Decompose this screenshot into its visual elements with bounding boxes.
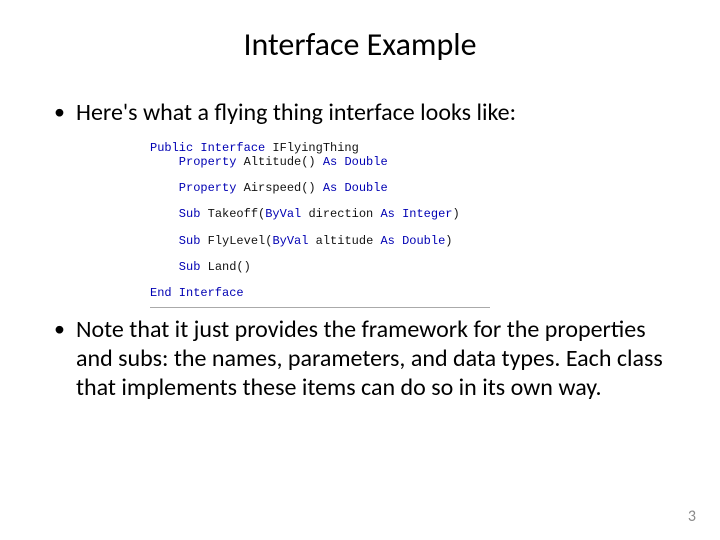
page-number: 3 <box>688 507 696 526</box>
code-keyword: Property <box>150 155 236 169</box>
code-keyword: As Double <box>323 181 388 195</box>
code-text: ) <box>445 234 452 248</box>
bullet-intro: Here's what a flying thing interface loo… <box>50 99 670 128</box>
code-text: Altitude() <box>236 155 322 169</box>
code-keyword: Sub <box>150 234 200 248</box>
code-text: IFlyingThing <box>265 141 359 155</box>
code-text: Land() <box>200 260 250 274</box>
code-keyword: As Double <box>380 234 445 248</box>
code-keyword: Sub <box>150 260 200 274</box>
code-text: Airspeed() <box>236 181 322 195</box>
code-keyword: As Double <box>323 155 388 169</box>
code-keyword: ByVal <box>272 234 308 248</box>
bullet-list-2: Note that it just provides the framework… <box>50 316 670 402</box>
code-keyword: As Integer <box>380 207 452 221</box>
code-line: Sub FlyLevel(ByVal altitude As Double) <box>150 235 490 248</box>
code-line: End Interface <box>150 287 490 300</box>
code-text: FlyLevel( <box>200 234 272 248</box>
code-text: ) <box>452 207 459 221</box>
bullet-list: Here's what a flying thing interface loo… <box>50 99 670 128</box>
code-keyword: ByVal <box>265 207 301 221</box>
code-keyword: Public Interface <box>150 141 265 155</box>
code-text: Takeoff( <box>200 207 265 221</box>
slide-title: Interface Example <box>50 25 670 64</box>
code-line: Property Altitude() As Double <box>150 156 490 169</box>
code-text: altitude <box>308 234 380 248</box>
code-line: Sub Takeoff(ByVal direction As Integer) <box>150 208 490 221</box>
code-keyword: Property <box>150 181 236 195</box>
code-line: Property Airspeed() As Double <box>150 182 490 195</box>
code-line: Public Interface IFlyingThing <box>150 142 490 155</box>
bullet-note: Note that it just provides the framework… <box>50 316 670 402</box>
code-keyword: End Interface <box>150 286 244 300</box>
code-text: direction <box>301 207 380 221</box>
code-block: Public Interface IFlyingThing Property A… <box>150 142 490 308</box>
code-keyword: Sub <box>150 207 200 221</box>
code-line: Sub Land() <box>150 261 490 274</box>
